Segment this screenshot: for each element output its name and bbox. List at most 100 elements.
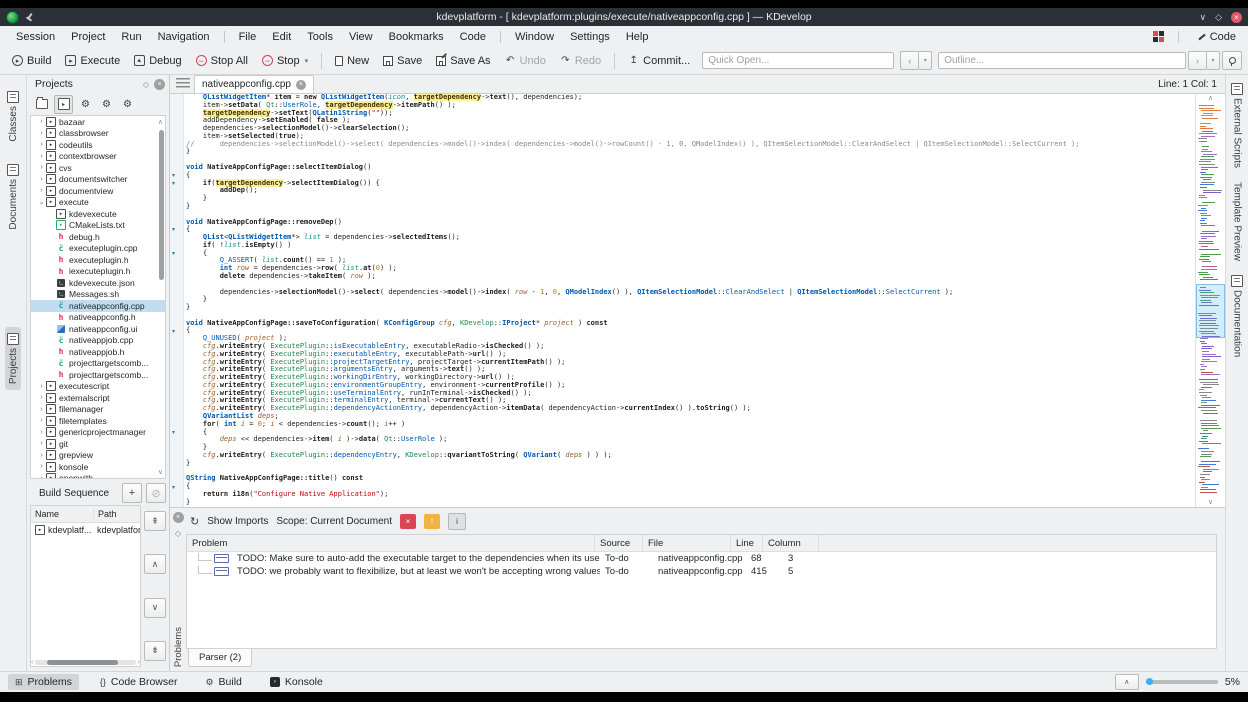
fold-marker-icon[interactable]: ▾	[172, 430, 175, 436]
tree-item-iexecuteplugin-h[interactable]: h iexecuteplugin.h	[31, 266, 165, 278]
context-help-button[interactable]	[1222, 51, 1242, 70]
tree-item-genericprojectmanager[interactable]: › ▸ genericprojectmanager	[31, 427, 165, 439]
scroll-down-icon[interactable]: ∨	[1196, 499, 1225, 506]
fold-marker-icon[interactable]: ▾	[172, 329, 175, 335]
editor-tab-nativeappconfig[interactable]: nativeappconfig.cpp ×	[194, 74, 314, 94]
chevron-right-icon[interactable]: ›	[37, 130, 46, 137]
tree-item-projecttargetscomb[interactable]: c̈ projecttargetscomb...	[31, 358, 165, 370]
chevron-right-icon[interactable]: ›	[37, 118, 46, 125]
menu-edit[interactable]: Edit	[264, 29, 299, 45]
scroll-up-icon[interactable]: ∧	[1196, 95, 1225, 102]
add-to-build-sequence-button[interactable]: +	[122, 483, 142, 503]
zoom-slider[interactable]	[1145, 678, 1218, 685]
new-button[interactable]: New	[329, 52, 375, 70]
menu-code[interactable]: Code	[452, 29, 494, 45]
column-header-file[interactable]: File	[643, 535, 731, 551]
chevron-right-icon[interactable]: ›	[37, 187, 46, 194]
minimize-button[interactable]: ∨	[1199, 12, 1206, 22]
chevron-right-icon[interactable]: ›	[37, 429, 46, 436]
hscrollbar[interactable]	[35, 660, 136, 665]
stop-all-button[interactable]: Stop All	[190, 52, 254, 70]
build-button[interactable]: Build	[6, 52, 57, 70]
hscroll-left-icon[interactable]: ‹	[31, 659, 33, 666]
tree-item-nativeappconfig-ui[interactable]: nativeappconfig.ui	[31, 323, 165, 335]
column-header-line[interactable]: Line	[731, 535, 763, 551]
gear-search-icon[interactable]: ⚙	[119, 96, 136, 113]
menu-project[interactable]: Project	[63, 29, 113, 45]
tree-item-executeplugin-h[interactable]: h executeplugin.h	[31, 254, 165, 266]
tree-item-filemanager[interactable]: › ▸ filemanager	[31, 404, 165, 416]
execute-button[interactable]: Execute	[59, 52, 126, 70]
chevron-right-icon[interactable]: ›	[37, 440, 46, 447]
menu-session[interactable]: Session	[8, 29, 63, 45]
right-tab-documentation[interactable]: Documentation	[1231, 274, 1243, 357]
menu-settings[interactable]: Settings	[562, 29, 618, 45]
tree-item-git[interactable]: › ▸ git	[31, 438, 165, 450]
warnings-filter-icon[interactable]: !	[423, 513, 440, 529]
debug-button[interactable]: Debug	[128, 52, 187, 70]
problem-row[interactable]: TODO: we probably want to flexibilize, b…	[187, 565, 1216, 578]
maximize-button[interactable]: ◇	[1215, 12, 1222, 22]
chevron-right-icon[interactable]: ›	[37, 475, 46, 478]
fold-marker-icon[interactable]: ▾	[172, 227, 175, 233]
tree-scroll-up-icon[interactable]: ∧	[158, 118, 163, 126]
tree-item-codeutils[interactable]: › ▸ codeutils	[31, 139, 165, 151]
save-button[interactable]: Save	[377, 52, 428, 70]
show-imports-button[interactable]: Show Imports	[207, 516, 268, 527]
hscroll-right-icon[interactable]: ›	[138, 659, 140, 666]
chevron-right-icon[interactable]: ›	[37, 176, 46, 183]
collapse-panel-button[interactable]: ∧	[1114, 674, 1139, 690]
remove-from-build-sequence-button[interactable]: ⊘	[146, 483, 166, 503]
chevron-right-icon[interactable]: ›	[37, 153, 46, 160]
column-header-name[interactable]: Name	[31, 509, 94, 519]
code-area-button[interactable]: Code	[1193, 30, 1240, 44]
build-target-icon[interactable]: ▸	[54, 94, 73, 114]
document-list-icon[interactable]	[176, 78, 190, 90]
close-button[interactable]: ×	[1231, 11, 1242, 23]
close-problems-icon[interactable]: ×	[172, 512, 184, 523]
tree-item-nativeappconfig-h[interactable]: h nativeappconfig.h	[31, 312, 165, 324]
chevron-right-icon[interactable]: ›	[37, 463, 46, 470]
tree-item-grepview[interactable]: › ▸ grepview	[31, 450, 165, 462]
minimap-scrollbar[interactable]: ∧ ∨	[1195, 94, 1225, 507]
fold-marker-icon[interactable]: ▾	[172, 251, 175, 257]
tree-scrollbar[interactable]	[159, 130, 164, 280]
undo-button[interactable]: Undo	[499, 52, 552, 70]
float-problems-icon[interactable]: ◇	[175, 529, 181, 538]
minimap-viewport[interactable]	[1196, 283, 1225, 338]
tree-item-filetemplates[interactable]: › ▸ filetemplates	[31, 415, 165, 427]
problem-row[interactable]: TODO: Make sure to auto-add the executab…	[187, 552, 1216, 565]
tree-item-bazaar[interactable]: › ▸ bazaar	[31, 116, 165, 128]
menu-help[interactable]: Help	[618, 29, 657, 45]
session-grid-icon[interactable]	[1152, 31, 1164, 42]
tree-item-debug-h[interactable]: h debug.h	[31, 231, 165, 243]
chevron-right-icon[interactable]: ›	[37, 452, 46, 459]
tree-item-cmakelists-txt[interactable]: ▸ CMakeLists.txt	[31, 220, 165, 232]
refresh-icon[interactable]: ↻	[190, 515, 199, 528]
menu-navigation[interactable]: Navigation	[150, 29, 218, 45]
tree-item-contextbrowser[interactable]: › ▸ contextbrowser	[31, 151, 165, 163]
chevron-right-icon[interactable]: ›	[37, 394, 46, 401]
menu-tools[interactable]: Tools	[299, 29, 341, 45]
forward-button[interactable]: ›	[1188, 51, 1207, 70]
tree-item-executeplugin-cpp[interactable]: c̈ executeplugin.cpp	[31, 243, 165, 255]
back-button[interactable]: ‹	[900, 51, 920, 70]
parser-tab[interactable]: Parser (2)	[188, 649, 253, 667]
statusbar-tab-code-browser[interactable]: {} Code Browser	[93, 674, 185, 690]
chevron-right-icon[interactable]: ›	[37, 141, 46, 148]
forward-dropdown[interactable]: ▾	[1207, 51, 1220, 70]
chevron-down-icon[interactable]: ⌄	[37, 198, 46, 206]
chevron-right-icon[interactable]: ›	[37, 417, 46, 424]
save-as-button[interactable]: Save As	[430, 52, 496, 70]
right-tab-template-preview[interactable]: Template Preview	[1232, 182, 1243, 261]
tree-scroll-down-icon[interactable]: ∨	[158, 468, 163, 476]
tree-item-documentview[interactable]: › ▸ documentview	[31, 185, 165, 197]
tree-item-nativeappconfig-cpp[interactable]: c̈ nativeappconfig.cpp	[31, 300, 165, 312]
gear-icon[interactable]: ⚙	[77, 96, 94, 113]
statusbar-tab-build[interactable]: ⚙ Build	[198, 674, 248, 690]
column-header-column[interactable]: Column	[763, 535, 819, 551]
close-panel-icon[interactable]: ×	[154, 78, 165, 90]
fold-marker-icon[interactable]: ▾	[172, 173, 175, 179]
build-sequence-row[interactable]: ▸kdevplatf... kdevplatform	[31, 523, 140, 537]
commit-button[interactable]: Commit...	[622, 52, 696, 70]
